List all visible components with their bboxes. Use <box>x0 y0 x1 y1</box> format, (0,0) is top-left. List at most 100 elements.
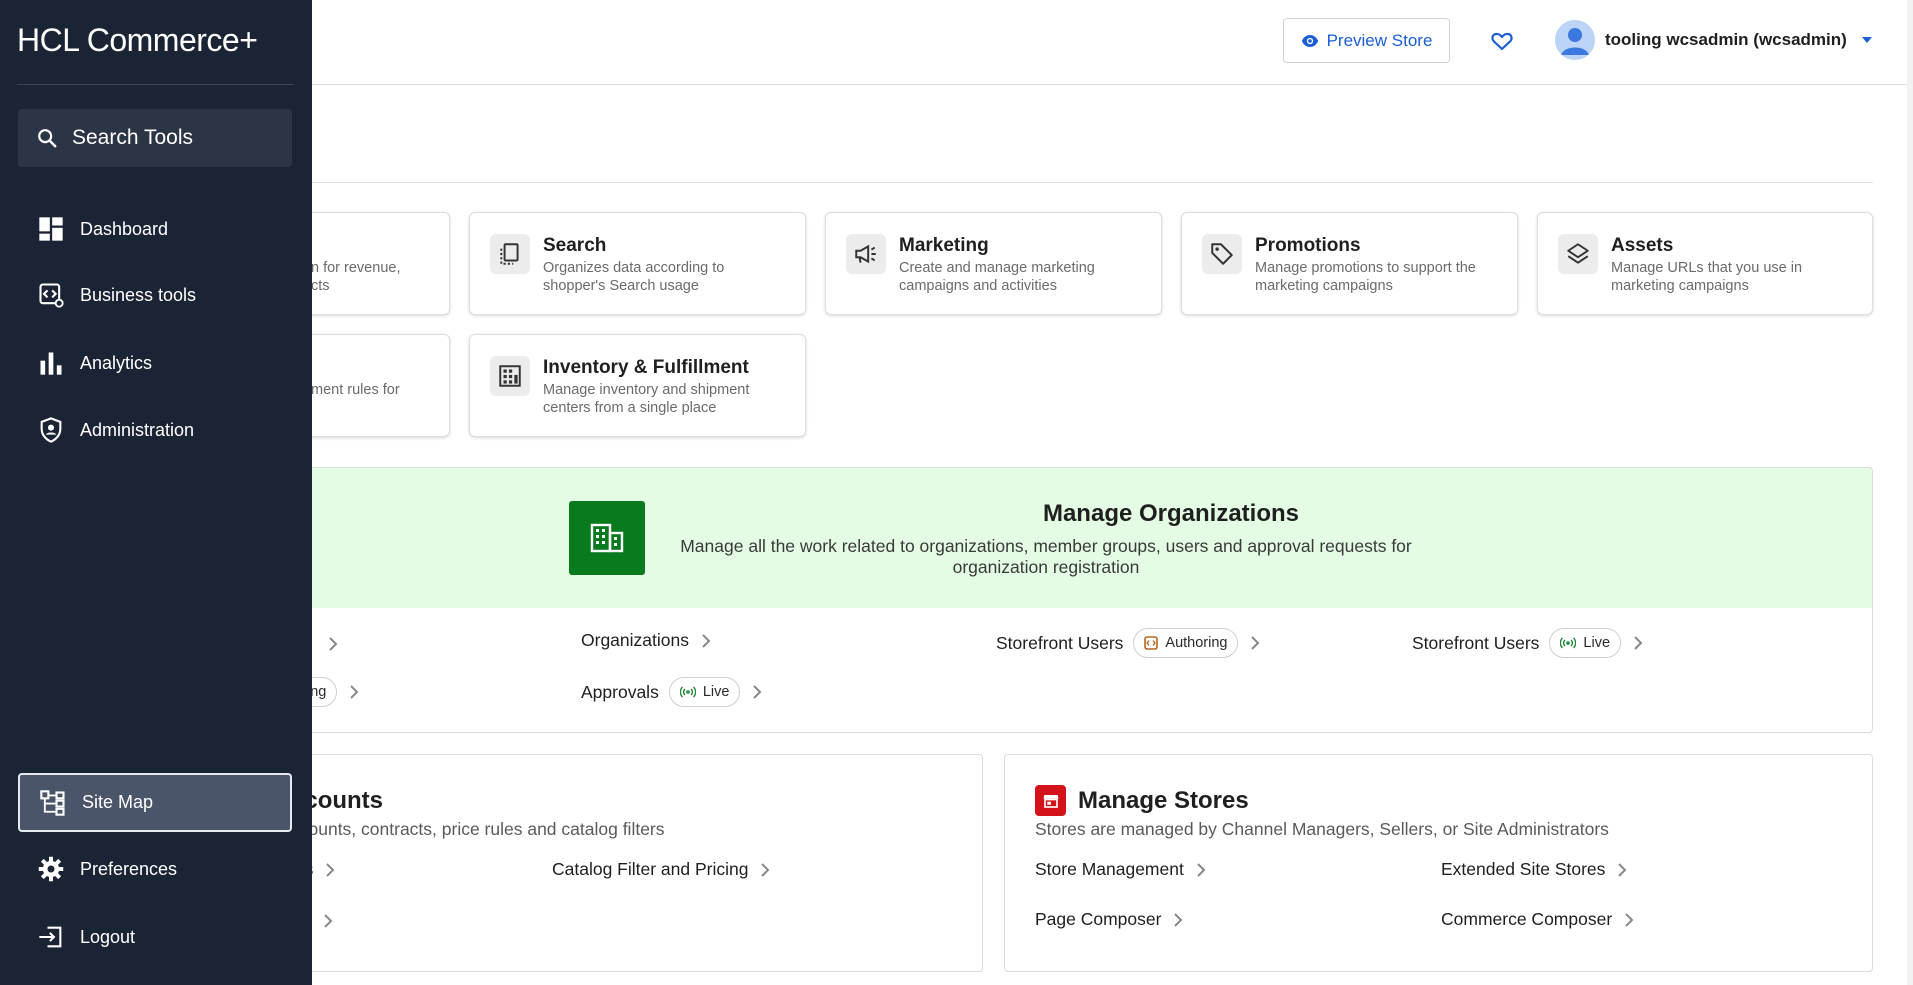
sidebar: HCL Commerce+ Search Tools Dashboard Bus… <box>0 0 312 985</box>
preview-store-label: Preview Store <box>1326 30 1433 50</box>
chevron-right-icon[interactable] <box>323 913 333 929</box>
manage-organizations-panel: Manage Organizations Manage all the work… <box>290 467 1873 733</box>
broadcast-icon <box>1560 637 1577 649</box>
tool-card-search[interactable]: Search Organizes data according to shopp… <box>469 212 806 315</box>
chevron-right-icon <box>1624 912 1634 928</box>
approvals-link[interactable]: Approvals Live <box>581 677 762 707</box>
eye-icon <box>1301 32 1319 50</box>
link-label: Organizations <box>581 630 689 650</box>
tool-card-promotions[interactable]: Promotions Manage promotions to support … <box>1181 212 1518 315</box>
sidebar-item-label: Analytics <box>80 352 153 373</box>
badge-label: Live <box>702 684 730 700</box>
chevron-right-icon <box>1196 862 1206 878</box>
brand-logo: HCL Commerce+ <box>17 22 258 58</box>
catalog-filter-link[interactable]: Catalog Filter and Pricing <box>552 859 770 880</box>
gear-icon <box>36 854 66 884</box>
business-tools-icon <box>36 280 66 310</box>
live-badge: Live <box>1549 628 1622 658</box>
tool-card-description: Create and manage marketing campaigns an… <box>899 260 1095 294</box>
favorites-button[interactable] <box>1487 26 1517 56</box>
broadcast-icon <box>679 686 696 698</box>
store-management-link[interactable]: Store Management <box>1035 859 1206 880</box>
link-label: Storefront Users <box>996 632 1124 653</box>
search-tools-label: Search Tools <box>72 126 194 149</box>
accounts-description: ccounts, contracts, price rules and cata… <box>291 819 665 839</box>
chevron-right-icon <box>752 684 762 700</box>
top-header: Preview Store tooling wcsadmin (wcsadmin… <box>312 0 1913 85</box>
layers-icon <box>1558 234 1598 274</box>
sidebar-item-label: Administration <box>80 419 195 440</box>
storefront-users-authoring-link[interactable]: Storefront Users Authoring <box>996 628 1260 658</box>
extended-site-stores-link[interactable]: Extended Site Stores <box>1441 859 1627 880</box>
logout-icon <box>36 922 66 952</box>
sidebar-item-administration[interactable]: Administration <box>18 402 292 458</box>
chevron-right-icon <box>1173 912 1183 928</box>
page-scrollbar[interactable] <box>1907 0 1913 985</box>
sidebar-item-analytics[interactable]: Analytics <box>18 335 292 391</box>
link-label: Store Management <box>1035 859 1184 879</box>
link-label: Catalog Filter and Pricing <box>552 859 749 879</box>
tool-card-assets[interactable]: Assets Manage URLs that you use in marke… <box>1537 212 1873 315</box>
sidebar-item-site-map[interactable]: Site Map <box>18 773 292 832</box>
tool-card-title: Inventory & Fulfillment <box>543 357 749 378</box>
tool-card-description: ment rules for <box>311 382 400 398</box>
tool-card-description: Manage inventory and shipment centers fr… <box>543 382 750 416</box>
chevron-right-icon <box>325 862 335 878</box>
analytics-icon <box>36 348 66 378</box>
tool-card-description: Manage URLs that you use in marketing ca… <box>1611 260 1803 294</box>
link-label: Approvals <box>581 681 659 702</box>
chevron-right-icon <box>1633 635 1643 651</box>
page-composer-link[interactable]: Page Composer <box>1035 909 1183 930</box>
chevron-down-icon <box>1861 36 1873 44</box>
chevron-right-icon <box>701 633 711 649</box>
link-label: Commerce Composer <box>1441 909 1613 929</box>
tool-card-description: n for revenue, cts <box>311 260 401 294</box>
warehouse-icon <box>490 356 530 396</box>
organizations-link[interactable]: Organizations <box>581 630 711 651</box>
tool-card-partial-bottom[interactable]: ment rules for <box>290 334 450 437</box>
avatar <box>1555 20 1595 60</box>
search-tool-icon <box>490 234 530 274</box>
search-icon <box>36 127 58 149</box>
tool-card-title: Marketing <box>899 235 989 256</box>
site-map-icon <box>38 788 68 818</box>
page-divider <box>312 182 1873 183</box>
stores-description: Stores are managed by Channel Managers, … <box>1035 819 1609 839</box>
tag-icon <box>1202 234 1242 274</box>
link-label: Storefront Users <box>1412 632 1540 653</box>
sidebar-divider <box>17 84 294 85</box>
search-tools-button[interactable]: Search Tools <box>18 109 292 167</box>
tool-card-title: Search <box>543 235 607 256</box>
dashboard-icon <box>36 214 66 244</box>
tool-card-inventory[interactable]: Inventory & Fulfillment Manage inventory… <box>469 334 806 437</box>
sidebar-item-dashboard[interactable]: Dashboard <box>18 201 292 257</box>
user-menu[interactable]: tooling wcsadmin (wcsadmin) <box>1555 20 1873 60</box>
sidebar-item-label: Site Map <box>82 792 154 812</box>
tool-card-title: Assets <box>1611 235 1674 256</box>
tool-card-description: Organizes data according to shopper's Se… <box>543 260 725 294</box>
sidebar-item-logout[interactable]: Logout <box>18 909 292 965</box>
chevron-right-icon <box>1250 635 1260 651</box>
commerce-composer-link[interactable]: Commerce Composer <box>1441 909 1634 930</box>
tool-card-description: Manage promotions to support the marketi… <box>1255 260 1476 294</box>
tool-card-marketing[interactable]: Marketing Create and manage marketing ca… <box>825 212 1162 315</box>
chevron-right-icon[interactable] <box>328 636 338 652</box>
organizations-title: Manage Organizations <box>1042 500 1300 527</box>
sidebar-item-preferences[interactable]: Preferences <box>18 841 292 897</box>
chevron-right-icon <box>1617 862 1627 878</box>
authoring-badge: Authoring <box>1133 628 1239 658</box>
sidebar-item-label: Preferences <box>80 858 178 879</box>
admin-shield-icon <box>36 415 66 445</box>
organizations-description: Manage all the work related to organizat… <box>680 536 1412 577</box>
storefront-users-live-link[interactable]: Storefront Users Live <box>1412 628 1643 658</box>
chevron-right-icon <box>349 684 359 700</box>
link-label: Extended Site Stores <box>1441 859 1606 879</box>
megaphone-icon <box>846 234 886 274</box>
organizations-banner: Manage Organizations Manage all the work… <box>291 468 1872 608</box>
manage-stores-panel: Manage Stores Stores are managed by Chan… <box>1004 754 1873 972</box>
sidebar-item-business-tools[interactable]: Business tools <box>18 267 292 323</box>
live-badge: Live <box>668 677 741 707</box>
badge-label: Authoring <box>1165 635 1228 651</box>
tool-card-partial-top[interactable]: n for revenue, cts <box>290 212 450 315</box>
preview-store-button[interactable]: Preview Store <box>1283 18 1450 63</box>
